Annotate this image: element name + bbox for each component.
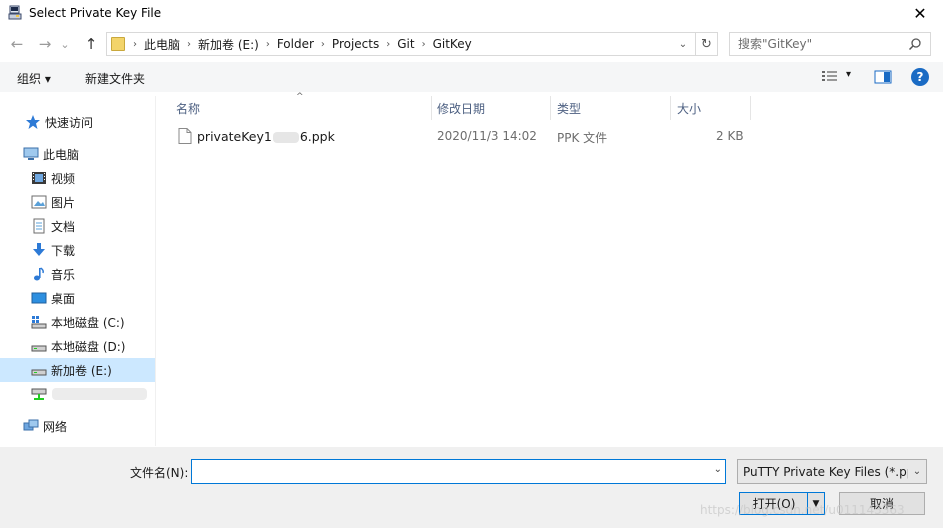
download-icon — [33, 243, 45, 256]
breadcrumb-gitkey[interactable]: GitKey — [433, 37, 472, 51]
back-button[interactable]: ← — [6, 33, 28, 55]
address-bar[interactable]: › 此电脑 › 新加卷 (E:) › Folder › Projects › G… — [106, 32, 718, 56]
help-icon[interactable]: ? — [911, 68, 929, 86]
file-name-prefix: privateKey1 — [197, 129, 272, 144]
breadcrumb-git[interactable]: Git — [397, 37, 414, 51]
preview-pane-icon[interactable] — [874, 69, 892, 85]
file-type: PPK 文件 — [557, 131, 608, 145]
dialog-footer: 文件名(N): ⌄ PuTTY Private Key Files (*.pp … — [0, 447, 943, 528]
crumb-separator[interactable]: › — [321, 39, 325, 50]
filename-input[interactable] — [192, 460, 697, 483]
sidebar-item-label: 本地磁盘 (D:) — [51, 339, 126, 354]
sidebar-item-pictures[interactable]: 图片 — [0, 190, 155, 214]
title-bar: Select Private Key File ✕ — [0, 0, 943, 26]
crumb-separator[interactable]: › — [422, 39, 426, 50]
refresh-icon[interactable]: ↻ — [695, 33, 717, 55]
sidebar-item-label: 桌面 — [51, 291, 76, 306]
crumb-separator[interactable]: › — [187, 39, 191, 50]
chevron-down-icon[interactable]: ⌄ — [714, 464, 722, 475]
sidebar-item-label: 新加卷 (E:) — [51, 363, 112, 378]
file-type-filter[interactable]: PuTTY Private Key Files (*.pp ⌄ — [737, 459, 927, 484]
file-icon — [178, 128, 192, 144]
file-list: ^ 名称 修改日期 类型 大小 privateKey1 6.ppk 2020/11… — [158, 92, 943, 446]
table-row[interactable]: privateKey1 6.ppk 2020/11/3 14:02 PPK 文件 … — [172, 125, 772, 147]
drive-c-icon — [31, 316, 47, 329]
new-folder-button[interactable]: 新建文件夹 — [85, 70, 145, 87]
document-icon — [33, 218, 45, 234]
sidebar-item-label: 图片 — [51, 195, 76, 210]
column-header-size[interactable]: 大小 — [669, 96, 751, 120]
view-options-dropdown-icon[interactable]: ▾ — [846, 69, 851, 80]
file-type-filter-value: PuTTY Private Key Files (*.pp — [743, 464, 915, 479]
crumb-separator: › — [133, 38, 137, 50]
crumb-separator[interactable]: › — [386, 39, 390, 50]
sidebar-item-network-drive[interactable] — [0, 382, 155, 406]
folder-icon — [111, 37, 125, 51]
breadcrumb-volume-e[interactable]: 新加卷 (E:) — [198, 36, 259, 53]
star-icon — [26, 115, 40, 129]
search-input[interactable] — [738, 37, 898, 51]
filename-label: 文件名(N): — [130, 466, 189, 480]
sidebar-item-label: 文档 — [51, 219, 76, 234]
sidebar-item-videos[interactable]: 视频 — [0, 166, 155, 190]
sidebar-item-downloads[interactable]: 下载 — [0, 238, 155, 262]
forward-button[interactable]: → — [34, 33, 56, 55]
column-header-name[interactable]: 名称 — [168, 96, 432, 120]
redacted-text — [272, 132, 299, 143]
file-size: 2 KB — [716, 129, 744, 143]
window-title: Select Private Key File — [29, 6, 162, 20]
sidebar-item-quick-access[interactable]: 快速访问 — [0, 110, 155, 134]
network-drive-icon — [31, 388, 47, 400]
watermark-text: https://blog.csdn.net/u011143363 — [700, 503, 905, 517]
up-button[interactable]: ↑ — [80, 33, 102, 55]
network-icon — [23, 419, 39, 431]
drive-icon — [31, 345, 47, 352]
recent-locations-button[interactable]: ⌄ — [58, 33, 72, 55]
sidebar-item-label: 视频 — [51, 171, 76, 186]
file-name: privateKey1 6.ppk — [197, 129, 335, 144]
address-row: ← → ⌄ ↑ › 此电脑 › 新加卷 (E:) › Folder › Proj… — [0, 29, 943, 57]
sidebar-item-volume-e[interactable]: 新加卷 (E:) — [0, 358, 155, 382]
drive-icon — [31, 369, 47, 376]
column-header-modified[interactable]: 修改日期 — [429, 96, 551, 120]
sidebar-item-label: 快速访问 — [45, 115, 94, 130]
redacted-label — [52, 388, 147, 400]
sidebar-item-music[interactable]: 音乐 — [0, 262, 155, 286]
breadcrumb-projects[interactable]: Projects — [332, 37, 379, 51]
sidebar-item-label: 网络 — [43, 419, 68, 434]
sidebar-item-label: 下载 — [51, 243, 76, 258]
sidebar-item-drive-c[interactable]: 本地磁盘 (C:) — [0, 310, 155, 334]
desktop-icon — [31, 292, 47, 304]
file-modified: 2020/11/3 14:02 — [437, 129, 537, 143]
pane-divider[interactable] — [155, 96, 156, 446]
picture-icon — [31, 195, 47, 209]
sidebar-item-label: 此电脑 — [43, 147, 80, 162]
filename-combobox[interactable]: ⌄ — [191, 459, 726, 484]
video-icon — [32, 172, 46, 184]
sidebar-item-label: 音乐 — [51, 267, 76, 282]
view-details-icon[interactable] — [821, 69, 839, 85]
crumb-separator[interactable]: › — [266, 39, 270, 50]
navigation-pane: 快速访问 此电脑 视频 图片 文档 下载 音乐 桌面 本地磁盘 (C:) 本地磁… — [0, 96, 158, 446]
organize-menu[interactable]: 组织 ▾ — [17, 70, 51, 87]
sidebar-item-this-pc[interactable]: 此电脑 — [0, 142, 155, 166]
music-icon — [34, 267, 44, 281]
breadcrumb-folder[interactable]: Folder — [277, 37, 314, 51]
breadcrumb-this-pc[interactable]: 此电脑 — [144, 36, 180, 53]
sidebar-item-drive-d[interactable]: 本地磁盘 (D:) — [0, 334, 155, 358]
chevron-down-icon[interactable]: ⌄ — [908, 460, 926, 483]
column-header-type[interactable]: 类型 — [549, 96, 671, 120]
file-name-suffix: 6.ppk — [299, 129, 335, 144]
sidebar-item-documents[interactable]: 文档 — [0, 214, 155, 238]
search-box[interactable] — [729, 32, 931, 56]
sidebar-item-network[interactable]: 网络 — [0, 414, 155, 438]
sidebar-item-desktop[interactable]: 桌面 — [0, 286, 155, 310]
address-dropdown-icon[interactable]: ⌄ — [675, 33, 691, 55]
close-button[interactable]: ✕ — [897, 0, 943, 26]
putty-app-icon — [7, 5, 23, 21]
search-icon[interactable] — [908, 37, 922, 51]
computer-icon — [23, 147, 39, 160]
sidebar-item-label: 本地磁盘 (C:) — [51, 315, 125, 330]
command-bar: 组织 ▾ 新建文件夹 ▾ ? — [0, 62, 943, 92]
